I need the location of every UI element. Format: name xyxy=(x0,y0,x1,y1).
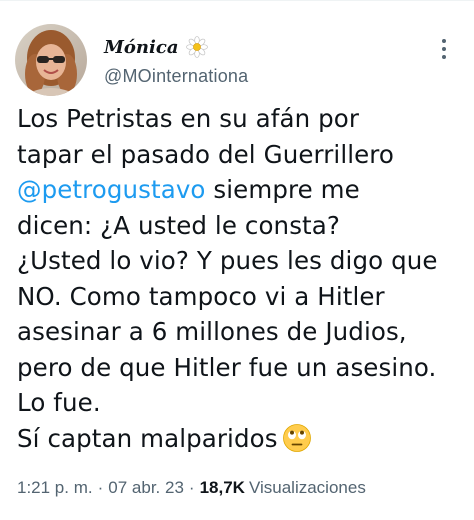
tweet-line: ¿Usted lo vio? Y pues les digo que xyxy=(17,246,438,275)
tweet-line: tapar el pasado del Guerrillero xyxy=(17,139,395,169)
author-info: Mónica @MOinternationa xyxy=(104,34,248,87)
tweet-line-fragment: Sí captan malparidos xyxy=(17,423,278,453)
tweet-line-fragment: siempre me xyxy=(213,175,360,204)
mention-link[interactable]: @petrogustavo xyxy=(17,175,206,204)
more-options-icon-dot xyxy=(442,55,446,59)
more-options-icon-dot xyxy=(442,47,446,51)
tweet-date[interactable]: 07 abr. 23 xyxy=(108,478,184,498)
tweet-line: dicen: ¿A usted le consta? xyxy=(17,210,340,240)
views-count: 18,7K xyxy=(199,478,245,497)
meta-separator: · xyxy=(188,478,195,497)
tweet-meta: 1:21 p. m. · 07 abr. 23 · 18,7K Visualiz… xyxy=(17,478,366,498)
more-options-icon xyxy=(442,39,446,43)
daisy-flower-icon xyxy=(186,36,209,58)
tweet-line: NO. Como tampoco vi a Hitler xyxy=(17,281,385,311)
tweet: Mónica @MOinternationa Los Petristas en … xyxy=(0,0,474,520)
avatar-image xyxy=(15,24,87,96)
meta-separator: · xyxy=(97,478,104,497)
tweet-line: Lo fue. xyxy=(17,388,101,417)
tweet-line: asesinar a 6 millones de Judios, xyxy=(17,317,407,346)
tweet-line-with-mention: @petrogustavo siempre me xyxy=(17,172,467,208)
author-avatar[interactable] xyxy=(15,24,87,96)
author-name-row: Mónica xyxy=(104,34,248,60)
tweet-line-last: Sí captan malparidos xyxy=(17,421,467,457)
author-handle[interactable]: @MOinternationa xyxy=(104,66,248,87)
author-display-name[interactable]: Mónica xyxy=(104,37,178,58)
rolling-eyes-emoji-icon xyxy=(282,423,312,453)
views-label: Visualizaciones xyxy=(248,478,366,497)
tweet-line: pero de que Hitler fue un asesino. xyxy=(17,352,437,382)
tweet-text: Los Petristas en su afán por tapar el pa… xyxy=(17,101,467,456)
tweet-line: Los Petristas en su afán por xyxy=(17,104,360,133)
more-options-button[interactable] xyxy=(432,34,456,64)
tweet-time[interactable]: 1:21 p. m. xyxy=(17,478,93,498)
